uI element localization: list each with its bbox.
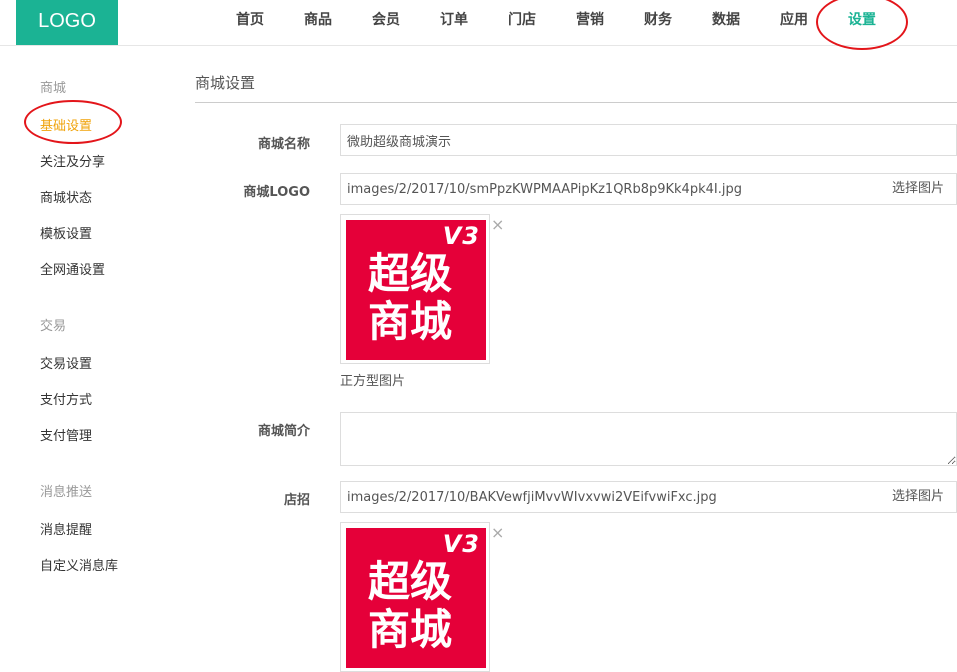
sign-remove-close-icon[interactable]: × (491, 523, 504, 542)
top-bar: LOGO 首页 商品 会员 订单 门店 营销 财务 数据 应用 设置 (0, 0, 957, 46)
sidebar-item-payment-methods[interactable]: 支付方式 (40, 389, 92, 408)
sidebar-group-shop: 商城 (40, 81, 67, 96)
title-divider (195, 102, 957, 103)
thumb-line2: 商城 (368, 297, 453, 346)
logo[interactable]: LOGO (16, 0, 118, 45)
shop-intro-textarea[interactable] (340, 412, 957, 466)
nav-settings[interactable]: 设置 (828, 0, 896, 45)
sign-select-image-button[interactable]: 选择图片 (880, 481, 957, 513)
logo-select-image-button[interactable]: 选择图片 (880, 173, 957, 205)
nav-members[interactable]: 会员 (352, 0, 420, 45)
shop-sign-input[interactable] (340, 481, 881, 513)
sidebar: 商城 基础设置 关注及分享 商城状态 模板设置 全网通设置 交易 交易设置 支付… (0, 46, 170, 574)
sidebar-item-payment-management[interactable]: 支付管理 (40, 425, 92, 444)
sidebar-item-network-settings[interactable]: 全网通设置 (40, 259, 105, 278)
sidebar-item-basic-settings[interactable]: 基础设置 (40, 115, 92, 134)
sidebar-item-custom-message-library[interactable]: 自定义消息库 (40, 555, 118, 574)
thumb-line1: 超级 (368, 557, 453, 606)
main-nav: 首页 商品 会员 订单 门店 营销 财务 数据 应用 设置 (216, 0, 896, 45)
sidebar-item-trade-settings[interactable]: 交易设置 (40, 353, 92, 372)
logo-hint: 正方型图片 (340, 374, 406, 389)
sidebar-item-message-reminder[interactable]: 消息提醒 (40, 519, 92, 538)
nav-stores[interactable]: 门店 (488, 0, 556, 45)
sidebar-group-trade: 交易 (40, 319, 67, 334)
shop-sign-label: 店招 (283, 493, 310, 508)
sign-preview-image: V3 超级 商城 (346, 528, 486, 668)
logo-remove-close-icon[interactable]: × (491, 215, 504, 234)
main-content: 商城设置 商城名称 商城LOGO 选择图片 V3 超级 商城 × 正方型图片 商… (195, 46, 957, 672)
sidebar-item-shop-status[interactable]: 商城状态 (40, 187, 92, 206)
thumb-line2: 商城 (368, 605, 453, 654)
thumb-badge: V3 (442, 222, 480, 250)
nav-home[interactable]: 首页 (216, 0, 284, 45)
page-title: 商城设置 (195, 74, 256, 92)
nav-orders[interactable]: 订单 (420, 0, 488, 45)
shop-logo-input[interactable] (340, 173, 881, 205)
logo-preview-image: V3 超级 商城 (346, 220, 486, 360)
sign-preview: V3 超级 商城 (340, 522, 490, 672)
shop-intro-label: 商城简介 (257, 424, 310, 439)
shop-logo-label: 商城LOGO (243, 185, 310, 200)
sidebar-item-template-settings[interactable]: 模板设置 (40, 223, 92, 242)
nav-finance[interactable]: 财务 (624, 0, 692, 45)
nav-products[interactable]: 商品 (284, 0, 352, 45)
thumb-badge: V3 (442, 530, 480, 558)
nav-data[interactable]: 数据 (692, 0, 760, 45)
nav-apps[interactable]: 应用 (760, 0, 828, 45)
nav-marketing[interactable]: 营销 (556, 0, 624, 45)
sidebar-group-push: 消息推送 (40, 485, 93, 500)
shop-name-label: 商城名称 (257, 137, 310, 152)
logo-preview: V3 超级 商城 (340, 214, 490, 364)
shop-name-input[interactable] (340, 124, 957, 156)
thumb-line1: 超级 (368, 249, 453, 298)
sidebar-item-follow-share[interactable]: 关注及分享 (40, 151, 105, 170)
